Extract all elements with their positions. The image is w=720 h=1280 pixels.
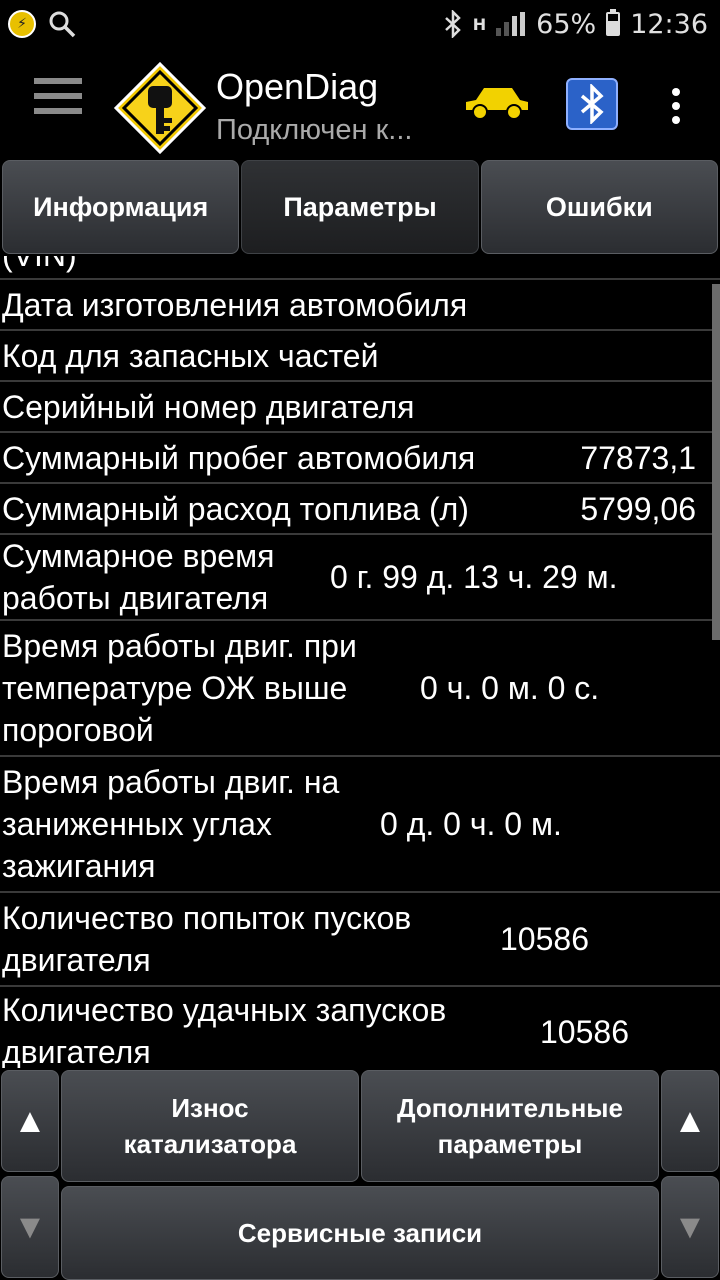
- param-label: Количество попыток пусков двигателя: [2, 900, 412, 978]
- list-item: Время работы двиг. на заниженных углах з…: [0, 757, 720, 893]
- param-label: Время работы двиг. на заниженных углах з…: [2, 764, 340, 884]
- additional-params-button[interactable]: Дополнительные параметры: [361, 1070, 659, 1182]
- param-label: Суммарный пробег автомобиля: [2, 439, 476, 476]
- network-type: H: [472, 14, 487, 34]
- opendiag-notification-icon: ⚡: [8, 10, 36, 38]
- param-label: Серийный номер двигателя: [2, 388, 415, 425]
- list-item: Количество попыток пусков двигателя 1058…: [0, 893, 720, 987]
- param-value: 5799,06: [580, 490, 696, 527]
- scroll-down-right-button[interactable]: ▼: [661, 1176, 719, 1278]
- battery-icon: [606, 9, 621, 36]
- tab-information[interactable]: Информация: [2, 160, 240, 254]
- scroll-up-right-button[interactable]: ▲: [661, 1070, 719, 1172]
- param-label: Суммарный расход топлива (л): [2, 490, 469, 527]
- status-right: H 65% 12:36: [443, 6, 708, 42]
- param-value: 10586: [540, 1014, 629, 1050]
- list-item: Суммарное время работы двигателя 0 г. 99…: [0, 535, 720, 621]
- scroll-up-left-button[interactable]: ▲: [1, 1070, 59, 1172]
- param-label: Суммарное время работы двигателя: [2, 538, 275, 616]
- app-logo: [113, 61, 207, 155]
- clock: 12:36: [630, 8, 708, 40]
- param-value: 77873,1: [580, 439, 696, 476]
- more-options-icon[interactable]: [664, 82, 688, 130]
- list-item: Серийный номер двигателя: [0, 382, 720, 433]
- param-value: 0 д. 0 ч. 0 м.: [380, 806, 562, 842]
- tab-bar: Информация Параметры Ошибки: [0, 160, 720, 256]
- bluetooth-adapter-icon[interactable]: [566, 78, 618, 130]
- param-label: (VIN): [0, 256, 720, 276]
- down-arrow-icon: ▼: [673, 1208, 707, 1246]
- car-icon[interactable]: [462, 84, 532, 122]
- param-label: Время работы двиг. при температуре ОЖ вы…: [2, 628, 357, 748]
- param-label: Код для запасных частей: [2, 337, 379, 374]
- up-arrow-icon: ▲: [13, 1102, 47, 1140]
- list-item: Количество удачных запусков двигателя 10…: [0, 987, 720, 1068]
- tab-errors[interactable]: Ошибки: [480, 160, 718, 254]
- menu-icon[interactable]: [34, 78, 82, 126]
- list-item: Суммарный пробег автомобиля 77873,1: [0, 433, 720, 484]
- param-label: Количество удачных запусков двигателя: [2, 992, 447, 1068]
- list-item: Дата изготовления автомобиля: [0, 280, 720, 331]
- status-bar: ⚡ H 65% 12:36: [0, 0, 720, 50]
- search-icon: [49, 11, 76, 38]
- catalyst-wear-button[interactable]: Износ катализатора: [61, 1070, 359, 1182]
- scroll-down-left-button[interactable]: ▼: [1, 1176, 59, 1278]
- tab-parameters[interactable]: Параметры: [241, 160, 479, 254]
- connection-status: Подключен к...: [216, 114, 413, 146]
- app-bar: OpenDiag Подключен к...: [0, 50, 720, 158]
- list-item: Суммарный расход топлива (л) 5799,06: [0, 484, 720, 535]
- down-arrow-icon: ▼: [13, 1208, 47, 1246]
- list-item: Время работы двиг. при температуре ОЖ вы…: [0, 621, 720, 757]
- param-label: Дата изготовления автомобиля: [2, 286, 468, 323]
- list-item: (VIN): [0, 256, 720, 280]
- bluetooth-icon: [580, 84, 604, 124]
- list-item: Код для запасных частей: [0, 331, 720, 382]
- param-value: 0 ч. 0 м. 0 с.: [420, 670, 600, 706]
- service-records-button[interactable]: Сервисные записи: [61, 1186, 659, 1280]
- parameter-list[interactable]: (VIN) Дата изготовления автомобиля Код д…: [0, 256, 720, 1068]
- status-left: ⚡: [8, 8, 76, 40]
- app-title: OpenDiag: [216, 66, 379, 107]
- param-value: 0 г. 99 д. 13 ч. 29 м.: [330, 559, 618, 595]
- up-arrow-icon: ▲: [673, 1102, 707, 1140]
- list-scrollbar[interactable]: [712, 284, 720, 640]
- signal-icon: [496, 12, 526, 36]
- battery-percent: 65%: [536, 8, 597, 40]
- param-value: 10586: [500, 921, 589, 957]
- bluetooth-status-icon: [444, 10, 461, 38]
